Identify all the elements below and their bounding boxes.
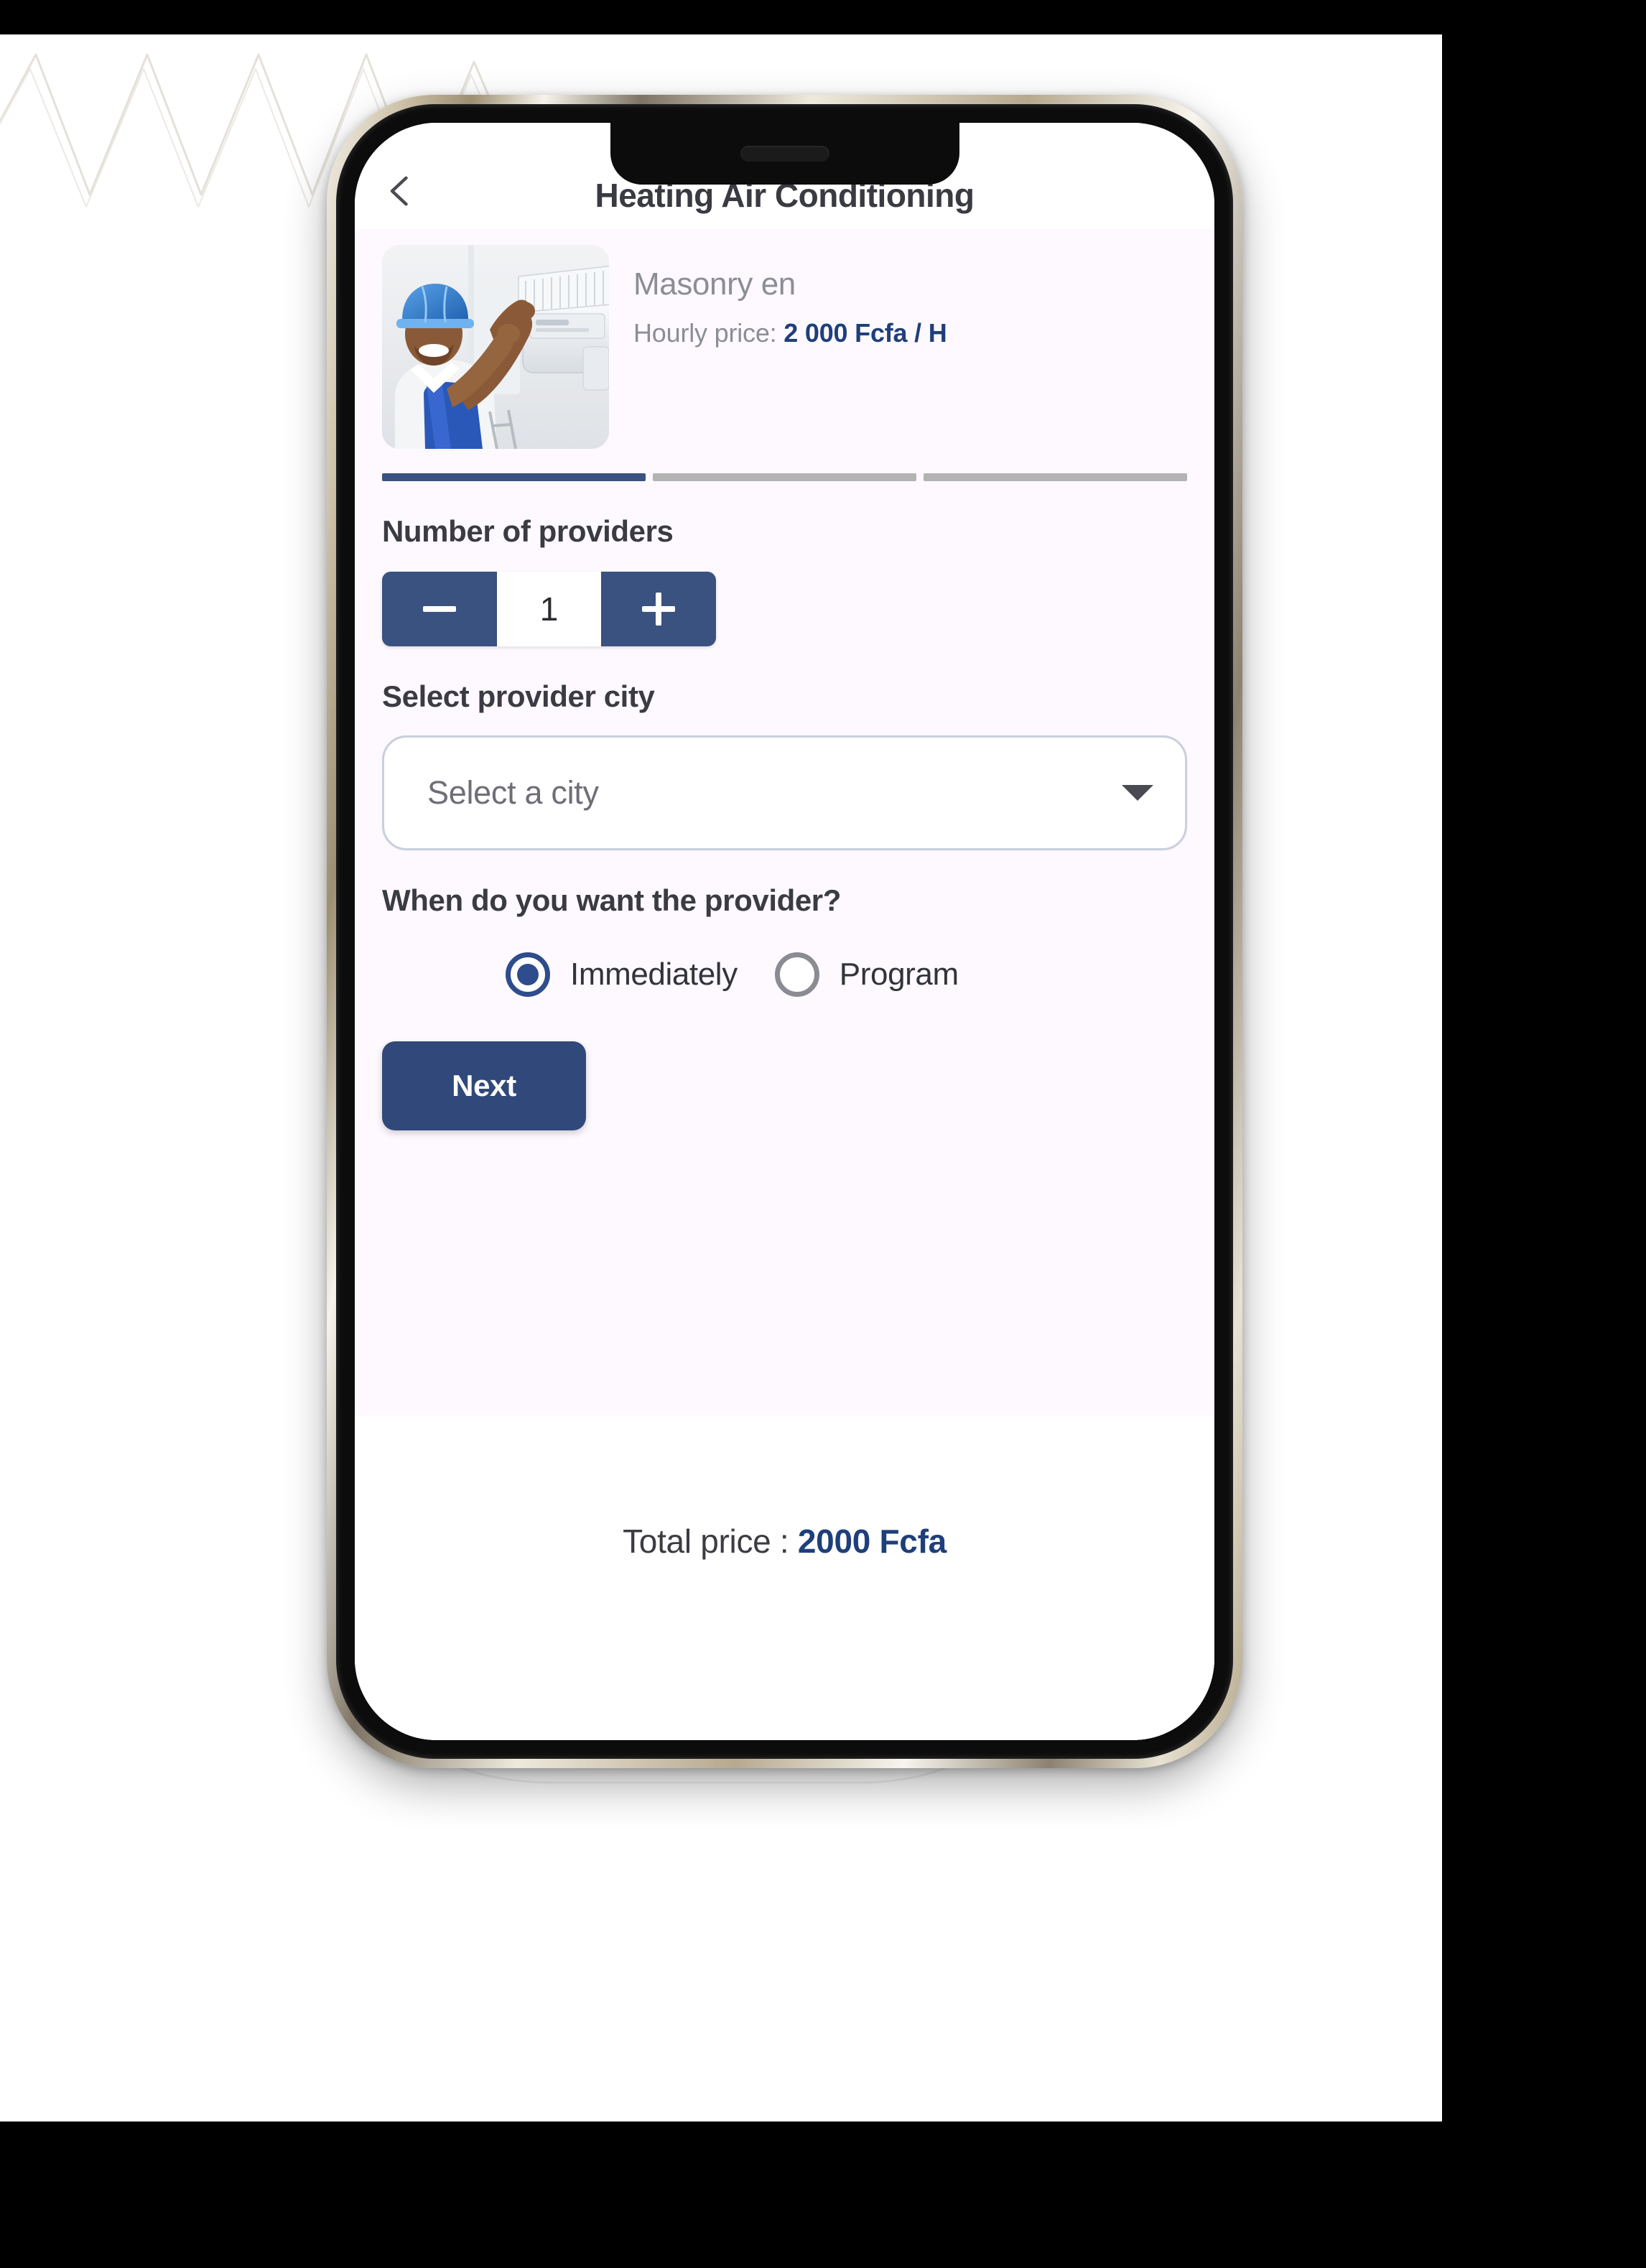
phone-notch: [610, 123, 959, 185]
screenshot-root: Heating Air Conditioning Masonry en Hour…: [0, 0, 1646, 2268]
hourly-price-value: 2 000 Fcfa / H: [784, 318, 947, 348]
chevron-left-icon: [390, 176, 408, 206]
providers-label: Number of providers: [382, 514, 674, 548]
earpiece-speaker-icon: [740, 146, 829, 162]
radio-option-immediately[interactable]: Immediately: [506, 952, 738, 997]
radio-option-program[interactable]: Program: [774, 952, 959, 997]
service-hourly-price: Hourly price: 2 000 Fcfa / H: [633, 318, 947, 348]
city-select-placeholder: Select a city: [427, 774, 599, 811]
increment-providers-button[interactable]: [601, 572, 716, 646]
phone-device-frame: Heating Air Conditioning Masonry en Hour…: [327, 95, 1242, 1768]
minus-icon: [423, 606, 456, 612]
chevron-down-icon: [1122, 785, 1153, 801]
hvac-technician-photo: [382, 245, 609, 449]
progress-segment-2: [653, 473, 916, 481]
phone-bezel: Heating Air Conditioning Masonry en Hour…: [336, 104, 1233, 1759]
radio-label-immediately: Immediately: [570, 957, 738, 992]
phone-screen: Heating Air Conditioning Masonry en Hour…: [355, 123, 1214, 1740]
radio-label-program: Program: [839, 957, 959, 992]
radio-icon-unselected: [774, 952, 819, 997]
total-price-footer: Total price : 2000 Fcfa: [355, 1416, 1214, 1740]
city-label: Select provider city: [382, 679, 655, 713]
providers-quantity-stepper: 1: [382, 572, 716, 646]
service-name: Masonry en: [633, 266, 796, 302]
service-details: Masonry en Hourly price: 2 000 Fcfa / H: [633, 245, 947, 348]
decrement-providers-button[interactable]: [382, 572, 497, 646]
back-button[interactable]: [375, 164, 428, 218]
city-select[interactable]: Select a city: [382, 735, 1187, 850]
app-viewport: Heating Air Conditioning Masonry en Hour…: [355, 123, 1214, 1740]
timing-question: When do you want the provider?: [382, 883, 842, 917]
total-price-value: 2000 Fcfa: [797, 1523, 947, 1560]
service-image: [382, 245, 609, 449]
progress-segment-1: [382, 473, 646, 481]
step-progress-bar: [382, 473, 1187, 481]
white-canvas: Heating Air Conditioning Masonry en Hour…: [0, 34, 1442, 2121]
total-price: Total price : 2000 Fcfa: [623, 1522, 947, 1561]
providers-count-value[interactable]: 1: [497, 572, 601, 646]
app-content: Masonry en Hourly price: 2 000 Fcfa / H: [355, 229, 1214, 1416]
service-summary-card: Masonry en Hourly price: 2 000 Fcfa / H: [355, 229, 1214, 449]
radio-icon-selected: [506, 952, 550, 997]
timing-radio-group: Immediately Program: [355, 952, 1214, 997]
total-price-label: Total price :: [623, 1523, 798, 1560]
progress-segment-3: [924, 473, 1187, 481]
hourly-price-label: Hourly price:: [633, 318, 784, 348]
next-button[interactable]: Next: [382, 1041, 586, 1130]
plus-icon: [642, 592, 675, 626]
